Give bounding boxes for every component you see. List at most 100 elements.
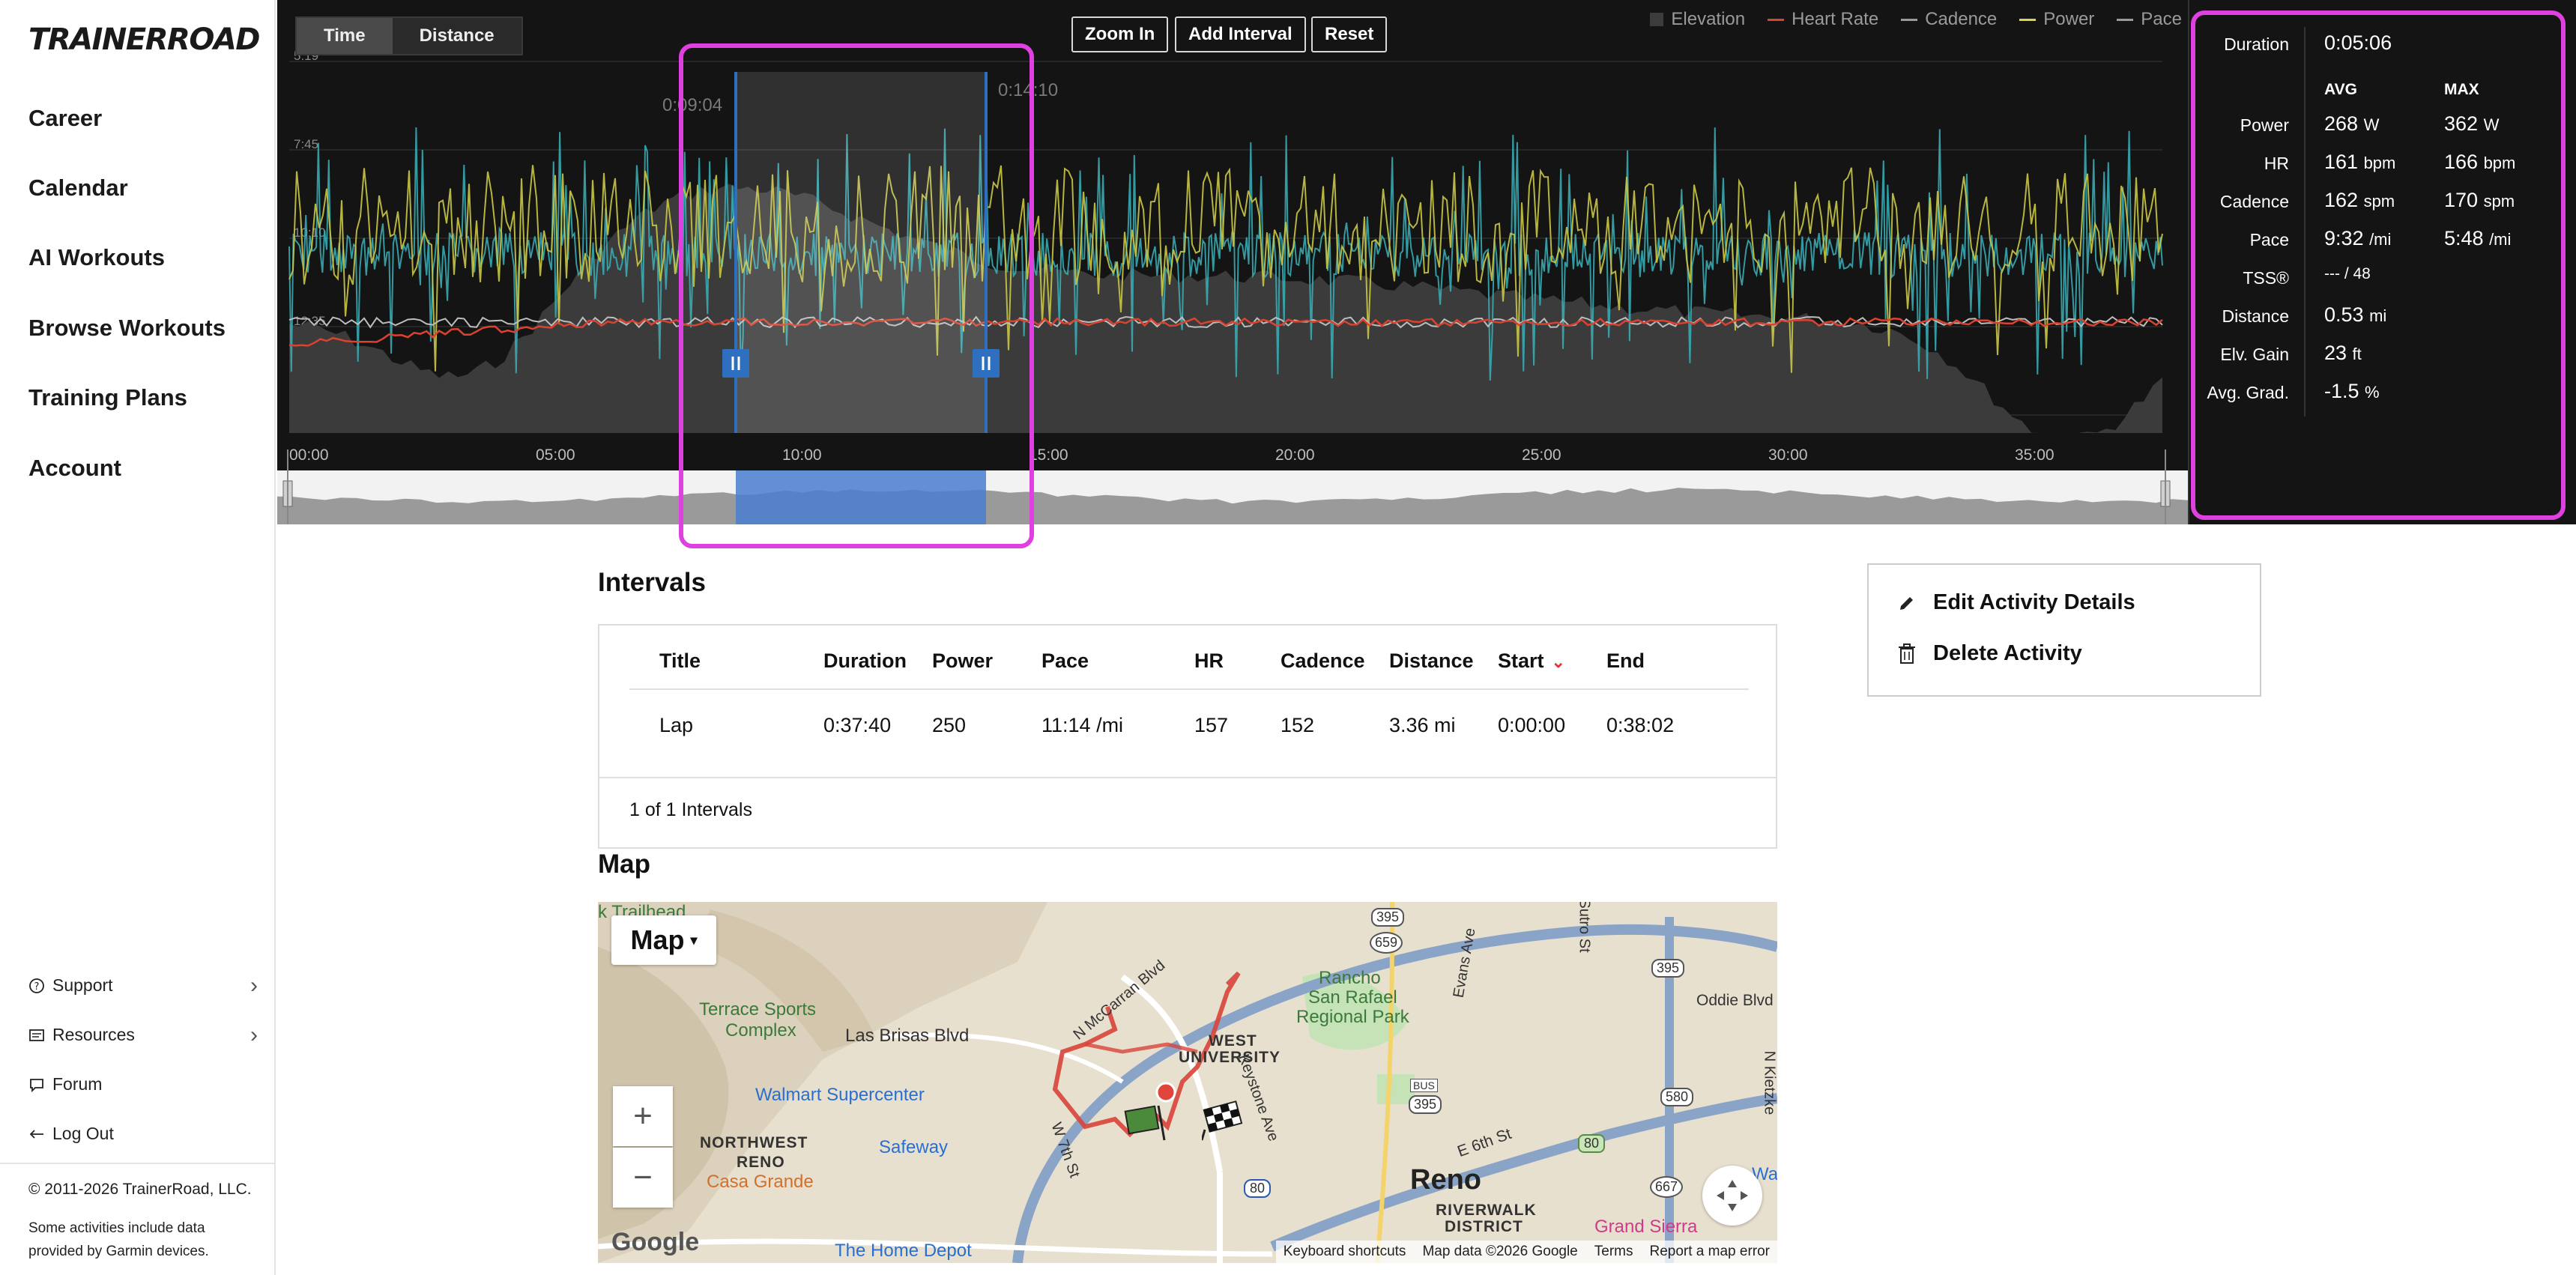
col-start[interactable]: Start ⌄ xyxy=(1498,649,1565,673)
trainerroad-logo[interactable]: TRAINERROAD xyxy=(28,22,261,57)
highway-shield: 580 xyxy=(1660,1088,1694,1106)
highway-shield: 395 xyxy=(1409,1095,1442,1114)
nav-browse-workouts[interactable]: Browse Workouts xyxy=(28,315,226,342)
report-map-error-link[interactable]: Report a map error xyxy=(1649,1244,1770,1260)
map-zoom-in-button[interactable]: + xyxy=(613,1086,673,1146)
map-label: Complex xyxy=(725,1020,796,1041)
zoom-in-button[interactable]: Zoom In xyxy=(1071,16,1169,52)
selection-stats-panel: Duration 0:05:06 AVG MAX Power 268 W 362 W… xyxy=(2188,0,2576,524)
forum-link[interactable]: Forum xyxy=(28,1074,258,1094)
interval-count: 1 of 1 Intervals xyxy=(629,799,752,820)
stat-label: Elv. Gain xyxy=(2220,345,2289,364)
delete-activity-label: Delete Activity xyxy=(1933,641,2082,665)
nav-career[interactable]: Career xyxy=(28,105,102,132)
col-start-label: Start xyxy=(1498,649,1544,672)
stat-avg-value: -1.5 % xyxy=(2324,380,2380,402)
edit-activity-button[interactable]: Edit Activity Details xyxy=(1897,590,2135,615)
map-label: UNIVERSITY xyxy=(1179,1049,1281,1066)
logout-link[interactable]: Log Out xyxy=(28,1124,258,1144)
delete-activity-button[interactable]: Delete Activity xyxy=(1897,641,2082,666)
legend-elevation[interactable]: Elevation xyxy=(1650,9,1745,30)
chevron-right-icon: › xyxy=(250,972,258,998)
stats-divider xyxy=(2304,27,2306,417)
col-duration[interactable]: Duration xyxy=(823,649,907,673)
legend-label: Power xyxy=(2043,9,2095,29)
stat-label: Power xyxy=(2240,115,2289,135)
legend-heart-rate[interactable]: Heart Rate xyxy=(1768,9,1878,30)
map-label: Sutro St xyxy=(1576,902,1593,953)
selection-end-handle[interactable] xyxy=(973,349,1000,378)
legend-swatch xyxy=(1768,18,1785,21)
col-end[interactable]: End xyxy=(1606,649,1645,673)
stat-label: Pace xyxy=(2249,230,2289,249)
map-label: RENO xyxy=(737,1154,785,1171)
col-cadence[interactable]: Cadence xyxy=(1281,649,1365,673)
map-camera-control[interactable] xyxy=(1702,1166,1762,1226)
intervals-table: Title Duration Power Pace HR Cadence Dis… xyxy=(598,624,1777,849)
map-zoom-out-button[interactable]: − xyxy=(613,1148,673,1208)
map-label: NORTHWEST xyxy=(700,1134,808,1151)
map-label: Oddie Blvd xyxy=(1696,992,1774,1009)
overview-selection[interactable] xyxy=(736,470,986,524)
edit-activity-label: Edit Activity Details xyxy=(1933,590,2135,614)
nav-calendar[interactable]: Calendar xyxy=(28,175,128,202)
reset-button[interactable]: Reset xyxy=(1311,16,1388,52)
x-tick-label: 15:00 xyxy=(1029,446,1068,464)
add-interval-button[interactable]: Add Interval xyxy=(1175,16,1306,52)
route-map[interactable]: k Trailhead Terrace Sports Complex Las B… xyxy=(598,902,1777,1263)
chevron-right-icon: › xyxy=(250,1022,258,1047)
toggle-distance[interactable]: Distance xyxy=(393,18,521,54)
help-circle-icon: ? xyxy=(29,978,44,993)
nav-ai-workouts[interactable]: AI Workouts xyxy=(28,244,165,271)
stat-avg-value: 9:32 /mi xyxy=(2324,227,2392,249)
col-title[interactable]: Title xyxy=(659,649,701,673)
x-tick-label: 35:00 xyxy=(2015,446,2055,464)
pencil-icon xyxy=(1900,596,1913,610)
x-tick-label: 20:00 xyxy=(1275,446,1315,464)
col-distance[interactable]: Distance xyxy=(1389,649,1474,673)
resources-link[interactable]: Resources › xyxy=(28,1022,258,1047)
sidebar: TRAINERROAD Career Calendar AI Workouts … xyxy=(0,0,276,1275)
map-footer: Keyboard shortcuts Map data ©2026 Google… xyxy=(1275,1241,1777,1263)
map-label: Safeway xyxy=(879,1137,949,1157)
legend-pace[interactable]: Pace xyxy=(2117,9,2182,30)
support-link[interactable]: ? Support › xyxy=(28,972,258,998)
map-label: Reno xyxy=(1410,1164,1481,1196)
cell-title: Lap xyxy=(659,714,694,736)
nav-account[interactable]: Account xyxy=(28,455,121,482)
nav-training-plans[interactable]: Training Plans xyxy=(28,384,187,411)
sort-desc-icon: ⌄ xyxy=(1551,652,1565,671)
logout-label: Log Out xyxy=(52,1124,114,1143)
col-hr[interactable]: HR xyxy=(1194,649,1224,673)
stat-avg-value: 0.53 mi xyxy=(2324,303,2387,326)
time-distance-toggle: Time Distance xyxy=(295,16,523,55)
keyboard-shortcuts-link[interactable]: Keyboard shortcuts xyxy=(1284,1244,1406,1260)
stat-label: Avg. Grad. xyxy=(2207,383,2289,402)
toggle-time[interactable]: Time xyxy=(297,18,393,54)
stat-label: TSS® xyxy=(2243,268,2289,288)
stat-max-value: 362 W xyxy=(2444,112,2500,135)
legend-label: Heart Rate xyxy=(1792,9,1879,29)
selection-start-handle[interactable] xyxy=(722,349,749,378)
resources-label: Resources xyxy=(52,1025,135,1044)
map-label: The Home Depot xyxy=(835,1241,972,1261)
legend-swatch xyxy=(1901,18,1918,21)
activity-graph[interactable]: 5:197:4510:1012:3515:000:09:040:14:1000:… xyxy=(277,0,2188,524)
stat-max-value: 5:48 /mi xyxy=(2444,227,2512,249)
legend-power[interactable]: Power xyxy=(2019,9,2094,30)
map-type-selector[interactable]: Map ▾ xyxy=(611,915,716,965)
terms-link[interactable]: Terms xyxy=(1594,1244,1633,1260)
header-divider xyxy=(629,688,1749,690)
activity-graph-svg[interactable]: 5:197:4510:1012:3515:000:09:040:14:1000:… xyxy=(277,0,2188,524)
map-label: DISTRICT xyxy=(1445,1218,1523,1235)
copyright-text: © 2011-2026 TrainerRoad, LLC. xyxy=(28,1181,252,1198)
google-logo: Google xyxy=(611,1228,700,1256)
col-power[interactable]: Power xyxy=(932,649,993,673)
highway-shield: 667 xyxy=(1650,1176,1684,1198)
activity-actions-card: Edit Activity Details Delete Activity xyxy=(1867,563,2261,697)
legend-cadence[interactable]: Cadence xyxy=(1901,9,1997,30)
x-tick-label: 10:00 xyxy=(782,446,822,464)
col-pace[interactable]: Pace xyxy=(1041,649,1089,673)
avg-header: AVG xyxy=(2324,81,2357,98)
cell-distance: 3.36 mi xyxy=(1389,714,1456,736)
